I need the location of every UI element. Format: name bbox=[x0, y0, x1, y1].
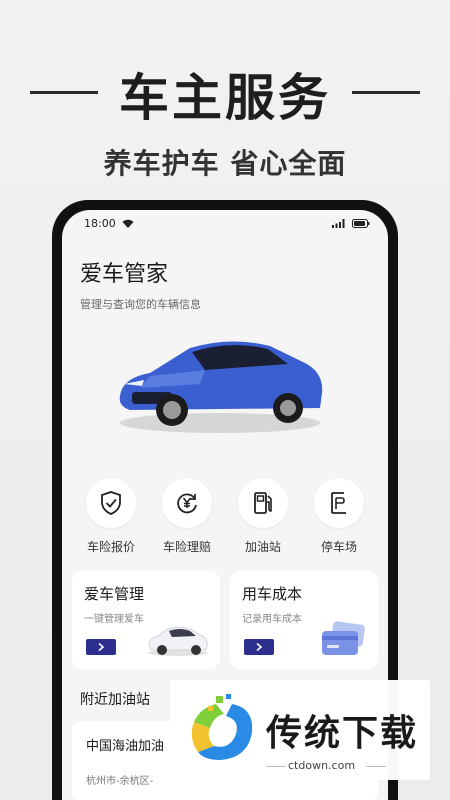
sports-car-icon bbox=[119, 341, 323, 433]
quick-action-label: 加油站 bbox=[244, 540, 281, 554]
card-title: 爱车管理 bbox=[84, 585, 145, 603]
quick-action-insurance-quote[interactable]: 车险报价 bbox=[78, 478, 144, 555]
status-time: 18:00 bbox=[84, 216, 116, 230]
chevron-right-icon bbox=[256, 642, 263, 652]
page-description: 管理与查询您的车辆信息 bbox=[80, 298, 201, 311]
signal-icon bbox=[332, 218, 346, 228]
promo-title: 车主服务 bbox=[119, 69, 331, 127]
quick-action-gas-station[interactable]: 加油站 bbox=[230, 478, 296, 555]
shield-check-icon bbox=[86, 478, 136, 528]
watermark-divider-right bbox=[366, 766, 386, 767]
card-title: 用车成本 bbox=[242, 585, 303, 603]
yen-refund-icon bbox=[162, 478, 212, 528]
card-arrow-button[interactable] bbox=[86, 639, 116, 655]
quick-action-parking[interactable]: 停车场 bbox=[306, 478, 372, 555]
fuel-pump-icon bbox=[238, 478, 288, 528]
watermark-divider-left bbox=[266, 766, 286, 767]
card-car-management[interactable]: 爱车管理 一键管理爱车 bbox=[72, 571, 220, 669]
page-title: 爱车管家 bbox=[80, 262, 169, 287]
cards-icon bbox=[318, 621, 368, 661]
quick-actions: 车险报价 车险理赔 加油站 停车场 bbox=[62, 468, 388, 555]
promo-subtitle: 养车护车 省心全面 bbox=[103, 147, 347, 180]
wifi-icon bbox=[122, 219, 134, 228]
card-car-cost[interactable]: 用车成本 记录用车成本 bbox=[230, 571, 378, 669]
parking-icon bbox=[314, 478, 364, 528]
white-car-icon bbox=[146, 621, 210, 661]
watermark-url: ctdown.com bbox=[288, 759, 356, 772]
quick-action-label: 车险报价 bbox=[86, 540, 135, 554]
page-header: 爱车管家 管理与查询您的车辆信息 bbox=[62, 236, 388, 312]
car-image bbox=[62, 318, 388, 468]
status-bar: 18:00 bbox=[62, 210, 388, 236]
feature-cards: 爱车管理 一键管理爱车 用车成本 记录用车成本 bbox=[62, 555, 388, 669]
watermark-logo-icon bbox=[180, 694, 260, 770]
battery-icon bbox=[352, 218, 370, 228]
quick-action-label: 车险理赔 bbox=[162, 540, 211, 554]
watermark-text: 传统下载 bbox=[266, 713, 419, 754]
quick-action-label: 停车场 bbox=[320, 540, 357, 554]
chevron-right-icon bbox=[98, 642, 105, 652]
promo-divider-right bbox=[352, 91, 420, 94]
card-arrow-button[interactable] bbox=[244, 639, 274, 655]
quick-action-insurance-claim[interactable]: 车险理赔 bbox=[154, 478, 220, 555]
watermark: 传统下载 ctdown.com bbox=[170, 680, 430, 780]
